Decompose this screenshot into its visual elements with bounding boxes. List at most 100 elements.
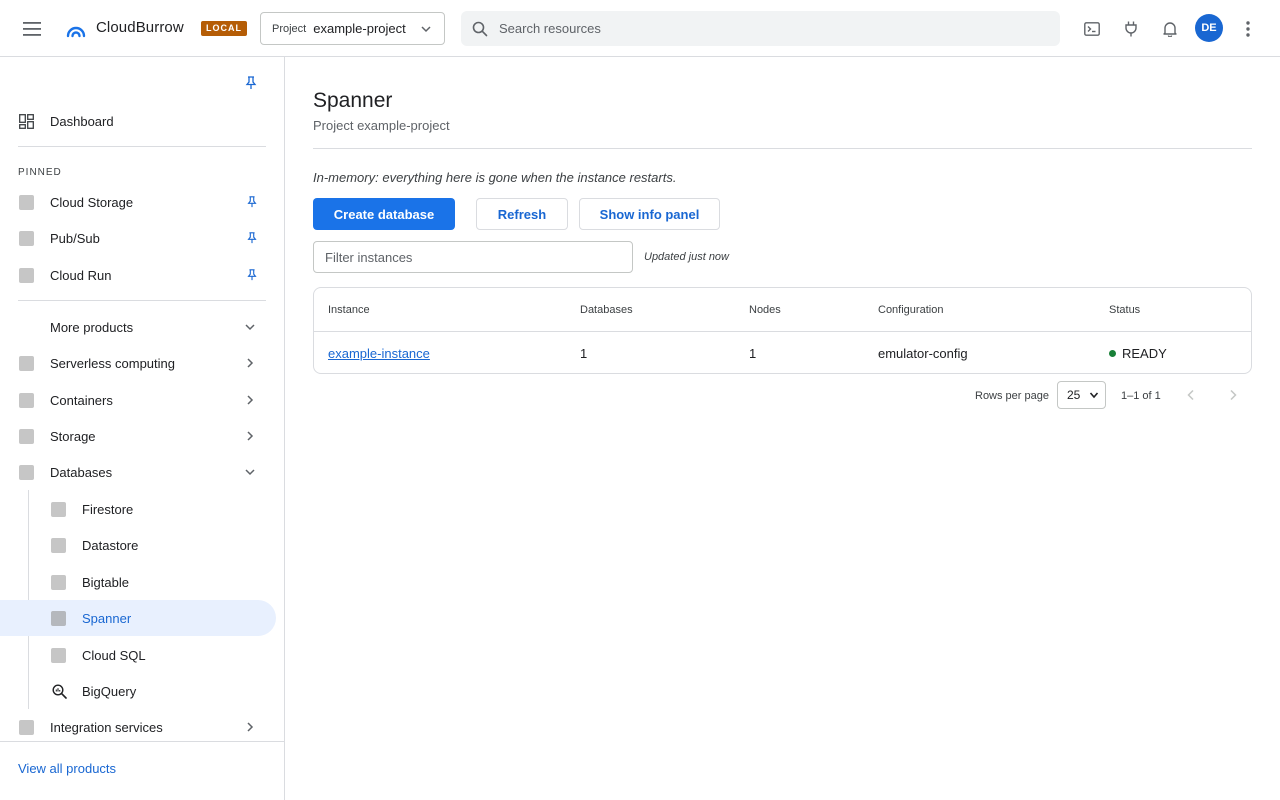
sidebar-item-label: Dashboard — [50, 113, 114, 129]
dashboard-icon — [19, 113, 34, 129]
sidebar-item-label: Datastore — [82, 537, 139, 553]
product-icon — [19, 392, 34, 408]
instance-link[interactable]: example-instance — [328, 346, 430, 361]
divider — [18, 146, 266, 147]
sidebar-item-label: Integration services — [50, 719, 163, 735]
sidebar-item-bigquery[interactable]: BigQuery — [0, 673, 276, 709]
rows-per-page-select[interactable]: 25 — [1057, 381, 1106, 409]
product-icon — [19, 230, 34, 246]
refresh-button[interactable]: Refresh — [476, 198, 568, 230]
menu-button[interactable] — [20, 17, 44, 41]
env-badge: LOCAL — [201, 21, 247, 36]
terminal-icon — [1084, 22, 1100, 36]
search-icon — [472, 21, 488, 36]
sidebar-item-integration-services[interactable]: Integration services — [0, 709, 276, 745]
top-bar: CloudBurrow LOCAL Project example-projec… — [0, 0, 1280, 57]
table-row-cell-databases: 1 — [580, 346, 588, 361]
filter-instances-input[interactable] — [313, 241, 633, 273]
sidebar-item-datastore[interactable]: Datastore — [0, 527, 276, 563]
previous-page-button[interactable] — [1181, 385, 1201, 405]
sidebar-item-cloud-sql[interactable]: Cloud SQL — [0, 637, 276, 673]
sidebar-item-label: Serverless computing — [50, 355, 175, 371]
sidebar-item-label: Pub/Sub — [50, 230, 100, 246]
bell-icon — [1163, 22, 1177, 37]
table-row-cell-nodes: 1 — [749, 346, 757, 361]
status-badge: READY — [1122, 346, 1167, 361]
view-all-products-link[interactable]: View all products — [18, 761, 116, 776]
sidebar-item-containers[interactable]: Containers — [0, 382, 276, 418]
divider — [313, 148, 1252, 149]
product-icon — [19, 428, 34, 444]
sidebar-item-label: BigQuery — [82, 683, 137, 699]
sidebar-item-label: Containers — [50, 392, 113, 408]
cloud-shell-button[interactable] — [1080, 17, 1104, 41]
main-content: Spanner Project example-project In-memor… — [285, 57, 1280, 800]
chevron-down-icon — [245, 469, 255, 476]
sidebar-item-label: Cloud Run — [50, 267, 112, 283]
search-bar — [461, 11, 1060, 46]
product-icon — [19, 355, 34, 371]
bigquery-icon — [52, 683, 67, 699]
column-header-configuration[interactable]: Configuration — [878, 288, 943, 331]
brand-name: CloudBurrow — [96, 19, 184, 36]
pin-icon[interactable] — [246, 196, 258, 208]
connections-button[interactable] — [1119, 17, 1143, 41]
sidebar-item-serverless-computing[interactable]: Serverless computing — [0, 345, 276, 381]
column-header-status[interactable]: Status — [1109, 288, 1140, 331]
sidebar-pin-toggle[interactable] — [245, 76, 259, 92]
column-header-nodes[interactable]: Nodes — [749, 288, 781, 331]
sidebar-item-label: Firestore — [82, 501, 134, 517]
chevron-right-icon — [247, 358, 254, 368]
more-vert-icon — [1246, 21, 1250, 37]
column-header-instance[interactable]: Instance — [328, 288, 370, 331]
product-icon — [19, 267, 34, 283]
rows-per-page-label: Rows per page — [975, 390, 1049, 402]
chevron-right-icon — [247, 395, 254, 405]
sidebar-item-bigtable[interactable]: Bigtable — [0, 564, 276, 600]
sidebar-item-label: More products — [50, 319, 134, 335]
sidebar-more-products[interactable]: More products — [0, 309, 276, 345]
sidebar-item-cloud-run[interactable]: Cloud Run — [0, 257, 276, 293]
table-row-cell-instance: example-instance — [328, 332, 430, 373]
more-options-button[interactable] — [1236, 17, 1260, 41]
search-input[interactable] — [499, 21, 1019, 36]
show-info-panel-button[interactable]: Show info panel — [579, 198, 720, 230]
plug-icon — [1125, 21, 1137, 37]
next-page-button[interactable] — [1223, 385, 1243, 405]
table-row-cell-configuration: emulator-config — [878, 346, 968, 361]
pinned-heading: PINNED — [18, 167, 62, 178]
page-subtitle: Project example-project — [313, 118, 450, 133]
create-database-button[interactable]: Create database — [313, 198, 455, 230]
avatar[interactable]: DE — [1195, 14, 1223, 42]
chevron-down-icon — [1089, 392, 1099, 399]
pin-icon[interactable] — [246, 232, 258, 244]
sidebar-item-storage[interactable]: Storage — [0, 418, 276, 454]
sidebar-item-firestore[interactable]: Firestore — [0, 491, 276, 527]
rows-per-page-value: 25 — [1067, 388, 1081, 402]
project-picker[interactable]: Project example-project — [260, 12, 445, 45]
product-icon — [19, 194, 34, 210]
pin-icon — [245, 76, 257, 89]
in-memory-notice: In-memory: everything here is gone when … — [313, 170, 677, 185]
product-icon — [51, 574, 66, 590]
sidebar-item-label: Cloud SQL — [82, 647, 146, 663]
sidebar-item-dashboard[interactable]: Dashboard — [0, 103, 276, 139]
notifications-button[interactable] — [1158, 17, 1182, 41]
chevron-right-icon — [247, 722, 254, 732]
column-header-databases[interactable]: Databases — [580, 288, 633, 331]
chevron-down-icon — [421, 26, 431, 33]
sidebar-item-label: Cloud Storage — [50, 194, 134, 210]
sidebar-item-databases[interactable]: Databases — [0, 454, 276, 490]
divider — [0, 741, 284, 742]
pin-icon[interactable] — [246, 269, 258, 281]
instances-table: Instance Databases Nodes Configuration S… — [313, 287, 1252, 374]
sidebar-item-spanner[interactable]: Spanner — [0, 600, 276, 636]
updated-status: Updated just now — [644, 251, 729, 263]
sidebar: Dashboard PINNED Cloud Storage Pub/Sub C… — [0, 57, 285, 800]
status-ready-icon — [1109, 350, 1116, 357]
project-value: example-project — [313, 21, 406, 36]
sidebar-item-cloud-storage[interactable]: Cloud Storage — [0, 184, 276, 220]
product-icon — [51, 610, 66, 626]
chevron-left-icon — [1187, 389, 1194, 401]
sidebar-item-pubsub[interactable]: Pub/Sub — [0, 220, 276, 256]
